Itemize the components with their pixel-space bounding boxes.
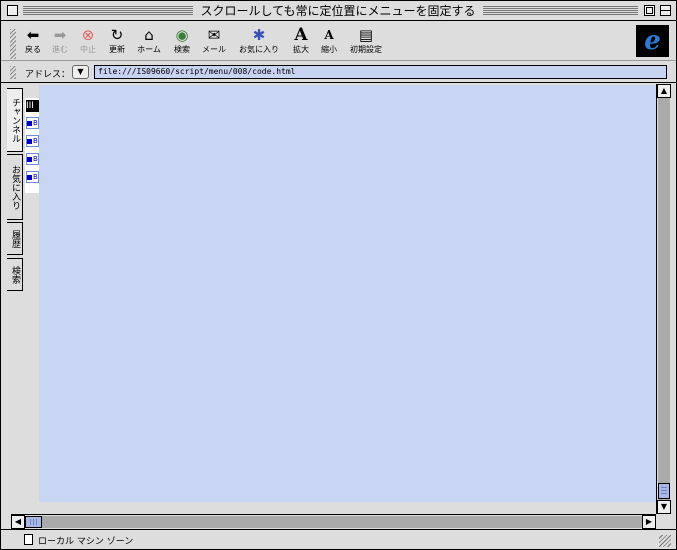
favorites-icon: ✱ — [252, 26, 266, 44]
arrow-left-icon: ◀ — [14, 517, 22, 526]
text-smaller-button[interactable]: A 縮小 — [317, 25, 341, 59]
menu-item[interactable]: B — [26, 117, 39, 129]
button-toolbar: ⬅ 戻る ➡ 進む ⊗ 中止 ↻ 更新 ⌂ ホーム ◉ 検索 ✉ メール ✱ お — [1, 21, 676, 61]
preferences-button[interactable]: ▤ 初期設定 — [346, 25, 386, 59]
browser-window: スクロールしても常に定位置にメニューを固定する ⬅ 戻る ➡ 進む ⊗ 中止 ↻… — [0, 0, 677, 550]
mail-label: メール — [202, 45, 226, 54]
text-larger-button[interactable]: A 拡大 — [289, 25, 313, 59]
mail-icon: ✉ — [207, 26, 221, 44]
address-history-dropdown[interactable]: ▼ — [72, 65, 89, 79]
text-smaller-icon: A — [324, 28, 334, 42]
search-icon: ◉ — [175, 26, 189, 44]
tab-search[interactable]: 検索 — [7, 258, 23, 291]
refresh-button[interactable]: ↻ 更新 — [104, 25, 130, 59]
scroll-right-button[interactable]: ▶ — [642, 515, 656, 529]
window-title: スクロールしても常に定位置にメニューを固定する — [193, 3, 483, 19]
favorites-label: お気に入り — [239, 45, 279, 54]
address-grip[interactable] — [10, 66, 16, 79]
refresh-label: 更新 — [109, 45, 125, 54]
status-bar: ローカル マシン ゾーン — [1, 529, 676, 549]
preferences-icon: ▤ — [358, 26, 374, 44]
mail-button[interactable]: ✉ メール — [199, 25, 229, 59]
arrow-right-icon: ▶ — [645, 517, 653, 526]
vertical-scroll-thumb[interactable] — [658, 483, 670, 499]
horizontal-scrollbar[interactable]: ◀ ▶ — [11, 514, 656, 529]
menu-item[interactable]: B — [26, 135, 39, 147]
menu-header: III — [26, 100, 39, 112]
favorites-button[interactable]: ✱ お気に入り — [235, 25, 283, 59]
collapse-box[interactable] — [660, 5, 671, 16]
resize-grip[interactable] — [659, 535, 671, 547]
scroll-left-button[interactable]: ◀ — [11, 515, 25, 529]
back-label: 戻る — [25, 45, 41, 54]
scroll-up-button[interactable]: ▲ — [657, 84, 671, 98]
horizontal-scroll-track[interactable] — [25, 516, 642, 528]
content-area: III B B B B — [25, 84, 656, 514]
refresh-icon: ↻ — [110, 26, 124, 44]
ie-logo-icon[interactable]: e — [636, 25, 669, 57]
explorer-bar-tabs: チャンネル お気に入り 履歴 検索 — [1, 84, 25, 514]
text-larger-icon: A — [294, 25, 308, 45]
stop-icon: ⊗ — [81, 26, 95, 44]
title-bar[interactable]: スクロールしても常に定位置にメニューを固定する — [1, 1, 676, 21]
preferences-label: 初期設定 — [350, 45, 382, 54]
close-box[interactable] — [7, 5, 18, 16]
tab-favorites[interactable]: お気に入り — [7, 154, 23, 220]
address-bar: アドレス： ▼ file:///IS09660/script/menu/008/… — [1, 62, 676, 83]
chevron-down-icon: ▼ — [77, 67, 84, 76]
smaller-label: 縮小 — [321, 45, 337, 54]
vertical-scrollbar[interactable]: ▲ ▼ — [656, 84, 671, 514]
forward-button[interactable]: ➡ 進む — [48, 25, 72, 59]
forward-label: 進む — [52, 45, 68, 54]
stop-button[interactable]: ⊗ 中止 — [76, 25, 100, 59]
stop-label: 中止 — [80, 45, 96, 54]
arrow-down-icon: ▼ — [660, 502, 668, 511]
tab-channels[interactable]: チャンネル — [7, 88, 23, 152]
larger-label: 拡大 — [293, 45, 309, 54]
vertical-scroll-track[interactable] — [658, 98, 670, 500]
toolbar-grip[interactable] — [10, 29, 16, 59]
back-button[interactable]: ⬅ 戻る — [21, 25, 45, 59]
tab-history[interactable]: 履歴 — [7, 222, 23, 255]
title-stripes-left — [23, 6, 193, 15]
scroll-down-button[interactable]: ▼ — [657, 500, 671, 514]
menu-item[interactable]: B — [26, 171, 39, 183]
arrow-up-icon: ▲ — [660, 86, 668, 95]
title-stripes-right — [483, 6, 638, 15]
home-icon: ⌂ — [144, 26, 154, 44]
zone-icon — [24, 534, 33, 545]
security-zone-label: ローカル マシン ゾーン — [38, 537, 134, 547]
back-arrow-icon: ⬅ — [26, 26, 40, 44]
zoom-box[interactable] — [644, 5, 655, 16]
home-button[interactable]: ⌂ ホーム — [134, 25, 164, 59]
fixed-menu: III B B B B — [25, 98, 39, 193]
search-label: 検索 — [174, 45, 190, 54]
address-label: アドレス： — [25, 70, 71, 80]
search-button[interactable]: ◉ 検索 — [169, 25, 195, 59]
horizontal-scroll-thumb[interactable] — [25, 516, 42, 528]
menu-item[interactable]: B — [26, 153, 39, 165]
home-label: ホーム — [137, 45, 161, 54]
address-input[interactable]: file:///IS09660/script/menu/008/code.htm… — [94, 65, 667, 79]
forward-arrow-icon: ➡ — [53, 26, 67, 44]
web-page-viewport[interactable] — [39, 85, 656, 502]
